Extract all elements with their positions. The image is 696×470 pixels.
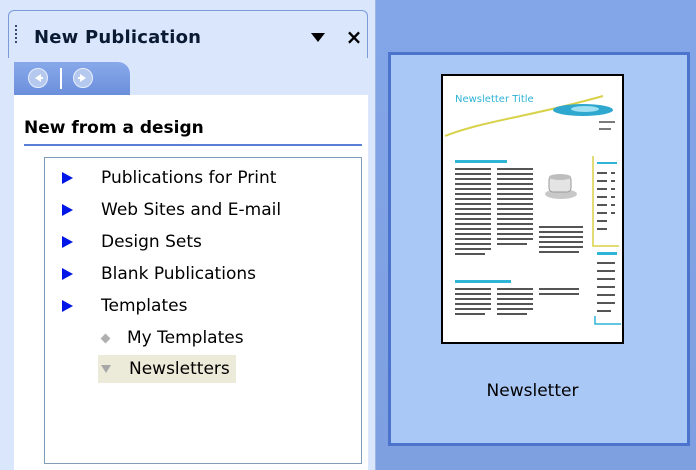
back-button[interactable]	[28, 68, 48, 88]
newsletter-thumbnail[interactable]: Newsletter Title	[441, 74, 624, 344]
collapse-triangle-icon	[101, 365, 111, 373]
tree-item-label: My Templates	[127, 328, 244, 348]
expand-arrow-icon	[62, 300, 73, 312]
tree-item-label: Blank Publications	[101, 264, 256, 284]
expand-arrow-icon	[62, 236, 73, 248]
tree-item-my-templates[interactable]: My Templates	[98, 324, 244, 352]
thumbnail-title: Newsletter Title	[455, 94, 534, 105]
nav-separator	[60, 68, 62, 89]
tree-item-design-sets[interactable]: Design Sets	[62, 228, 202, 256]
forward-arrow-icon	[78, 74, 86, 82]
expand-arrow-icon	[62, 172, 73, 184]
tree-item-publications-for-print[interactable]: Publications for Print	[62, 164, 276, 192]
section-heading: New from a design	[24, 118, 204, 138]
newsletter-preview-graphic: Newsletter Title	[444, 94, 621, 325]
tree-item-label: Publications for Print	[101, 168, 277, 188]
task-pane-title: New Publication	[34, 27, 202, 48]
diamond-icon	[100, 333, 111, 343]
grip-handle-icon[interactable]	[14, 24, 18, 44]
section-divider	[24, 144, 362, 146]
tree-item-label: Web Sites and E-mail	[101, 200, 282, 220]
tree-item-label: Newsletters	[129, 359, 230, 379]
forward-button[interactable]	[73, 68, 93, 88]
expand-arrow-icon	[62, 268, 73, 280]
tree-item-newsletters[interactable]: Newsletters	[98, 355, 236, 383]
thumbnail-label: Newsletter	[486, 381, 579, 401]
tree-item-label: Templates	[101, 296, 188, 316]
task-pane-nav-bar	[14, 62, 130, 95]
close-icon[interactable]: ×	[344, 27, 364, 47]
newsletter-preview-page: Newsletter Title	[443, 76, 622, 342]
tree-item-web-sites-and-email[interactable]: Web Sites and E-mail	[62, 196, 281, 224]
triangle-down-icon[interactable]	[311, 33, 325, 42]
tree-item-label: Design Sets	[101, 232, 202, 252]
expand-arrow-icon	[62, 204, 73, 216]
back-arrow-icon	[35, 74, 43, 82]
tree-item-templates[interactable]: Templates	[62, 292, 187, 320]
tree-item-blank-publications[interactable]: Blank Publications	[62, 260, 256, 288]
